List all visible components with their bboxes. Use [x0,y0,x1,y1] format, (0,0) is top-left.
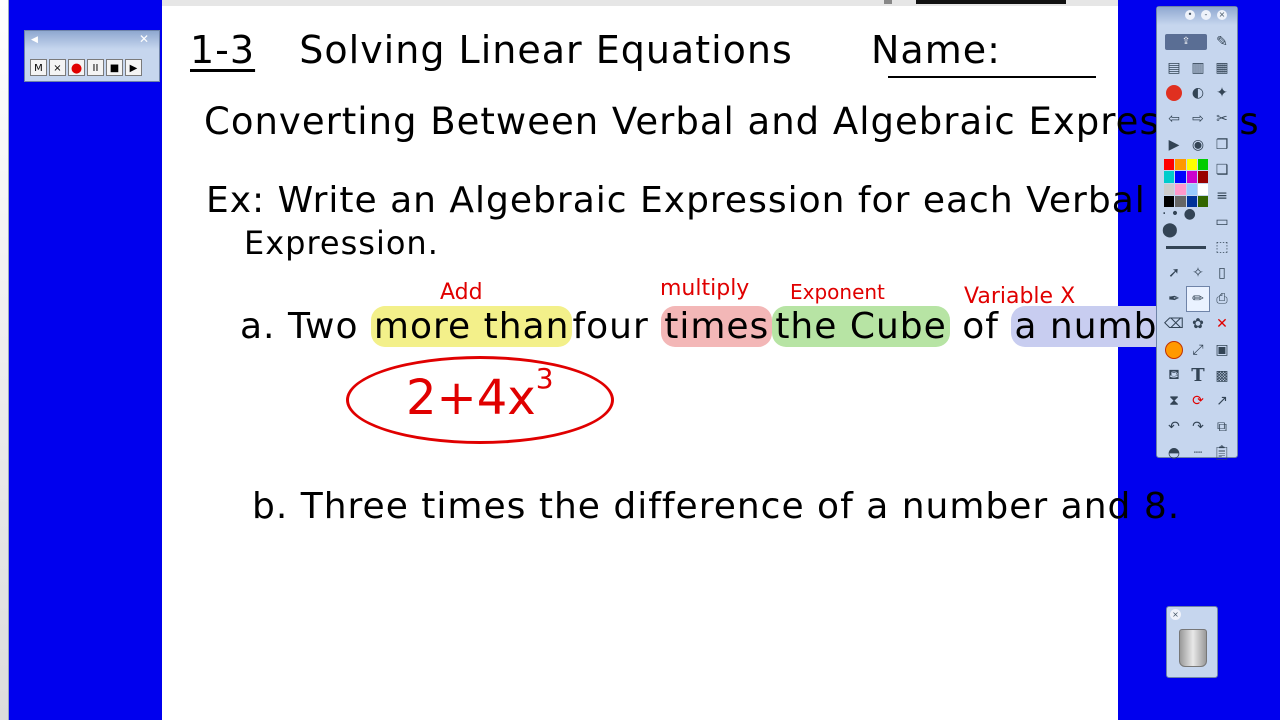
recorder-grip-icon[interactable]: ◀ [31,35,38,45]
label-exponent: Exponent [790,280,885,304]
insert-icon[interactable]: ▣ [1210,337,1234,363]
record-icon[interactable]: ◉ [1186,132,1210,158]
label-multiply: multiply [660,276,750,301]
trash-can-icon[interactable] [1179,629,1207,667]
top-edge-strip [162,0,1118,6]
name-blank-line [888,76,1096,78]
redo-icon[interactable]: ↷ [1186,414,1210,440]
label-add: Add [440,280,483,305]
example-instruction-line-1: Ex: Write an Algebraic Expression for ea… [206,180,1146,221]
globe-icon[interactable]: ◐ [1186,80,1210,106]
top-strip-bar [916,0,1066,4]
close-icon[interactable]: ✕ [139,32,149,46]
ruler-icon[interactable]: ┈ [1186,440,1210,466]
answer-expression: 2+4x3 [406,362,554,426]
eraser-icon[interactable]: ⌫ [1162,312,1186,338]
link-icon[interactable]: ↗ [1210,389,1234,415]
fill-icon[interactable]: ▭ [1210,209,1234,235]
gallery-icon[interactable]: ▦ [1210,55,1234,81]
problem-b: b. Three times the difference of a numbe… [252,486,1181,527]
name-label: Name: [870,28,1001,72]
lesson-subtitle: Converting Between Verbal and Algebraic … [204,100,1260,143]
page-icon[interactable]: ▯ [1210,260,1234,286]
problem-a-word-two: Two [287,306,359,347]
lesson-title-text: Solving Linear Equations [299,28,793,72]
answer-base: 2+4x [406,370,536,426]
recorder-widget[interactable]: ◀ ✕ M × ● II ■ ▶ [24,30,160,82]
window-icon[interactable]: ⧉ [1210,414,1234,440]
next-page-icon[interactable]: ⇨ [1186,106,1210,132]
lesson-title: 1-3 Solving Linear Equations Name: [190,28,1001,72]
play-icon[interactable]: ▶ [1162,132,1186,158]
recorder-cancel-button[interactable]: × [49,59,66,76]
highlight-more-than: more than [370,306,573,347]
paste-icon[interactable]: ❏ [1210,157,1234,183]
copy-icon[interactable]: ❐ [1210,132,1234,158]
problem-a-word-four: four [572,306,649,347]
stamp-icon[interactable]: ✿ [1186,312,1210,338]
select-icon[interactable]: ➚ [1162,260,1186,286]
recorder-play-button[interactable]: ▶ [125,59,142,76]
pattern-icon[interactable]: ⬚ [1210,235,1234,261]
color-palette-icon[interactable] [1162,157,1210,208]
recorder-controls: M × ● II ■ ▶ [30,59,142,76]
top-strip-marker [884,0,892,4]
close-icon[interactable]: × [1170,609,1181,620]
previous-page-icon[interactable]: ⇦ [1162,106,1186,132]
properties-icon[interactable]: ▥ [1186,55,1210,81]
recorder-stop-button[interactable]: ■ [106,59,123,76]
text-icon[interactable]: T [1186,363,1210,389]
highlight-the-cube: the Cube [772,306,950,347]
toolbar-tool-grid: ⇪ ✎ ▤ ▥ ▦ ◐ ✦ ⇦ ⇨ ✂ ▶ ◉ ❐ ❏ ≡ · • ● ⬤ ▭ … [1162,29,1234,466]
problem-a: a. Two more thanfour times the Cube of a … [240,306,1200,347]
print-icon[interactable]: ⎙ [1210,286,1234,312]
recorder-menu-button[interactable]: M [30,59,47,76]
floating-tools-toolbar[interactable]: • - × ⇪ ✎ ▤ ▥ ▦ ◐ ✦ ⇦ ⇨ ✂ ▶ ◉ ❐ ❏ ≡ · • … [1156,6,1238,461]
pen-settings-icon[interactable]: ✎ [1210,29,1234,55]
highlight-times: times [661,306,773,347]
trash-widget[interactable]: × [1166,606,1218,678]
problem-a-word-of: of [962,306,999,347]
protractor-icon[interactable]: ◓ [1162,440,1186,466]
screen-capture-icon[interactable]: ⇪ [1162,29,1210,55]
paint-bucket-icon[interactable]: ⛾ [1162,363,1186,389]
shape-icon[interactable] [1162,337,1186,363]
answer-exponent: 3 [535,362,554,395]
page-sorter-icon[interactable]: ▤ [1162,55,1186,81]
magic-wand-icon[interactable]: ✧ [1186,260,1210,286]
line-style-icon[interactable]: ≡ [1210,183,1234,209]
clear-icon[interactable]: ⧗ [1162,389,1186,415]
recorder-pause-button[interactable]: II [87,59,104,76]
close-icon[interactable]: × [1217,10,1227,20]
refresh-icon[interactable]: ⟳ [1186,389,1210,415]
left-edge-panel [0,0,9,720]
pen-icon[interactable]: ✒ [1162,286,1186,312]
line-width-slider-icon[interactable] [1162,235,1210,261]
clipboard-icon[interactable]: 📋︎ [1210,440,1234,466]
lesson-number: 1-3 [190,28,256,72]
undo-icon[interactable]: ↶ [1162,414,1186,440]
example-instruction-line-2: Expression. [244,224,439,262]
recorder-record-button[interactable]: ● [68,59,85,76]
highlighter-icon[interactable]: ✏ [1186,285,1210,312]
minimize-icon[interactable]: - [1201,10,1211,20]
line-width-dots-icon[interactable]: · • ● ⬤ [1162,206,1210,238]
gear-icon[interactable]: • [1185,10,1195,20]
save-icon[interactable]: ▩ [1210,363,1234,389]
stop-icon[interactable] [1162,80,1186,106]
delete-icon[interactable]: ✕ [1210,312,1234,338]
toolbar-header[interactable]: • - × [1157,7,1237,25]
connector-icon[interactable]: ⤢ [1186,337,1210,363]
recorder-title-bar[interactable]: ◀ ✕ [25,31,159,49]
wand-icon[interactable]: ✦ [1210,80,1234,106]
cut-icon[interactable]: ✂ [1210,106,1234,132]
problem-a-letter: a. [240,306,276,347]
